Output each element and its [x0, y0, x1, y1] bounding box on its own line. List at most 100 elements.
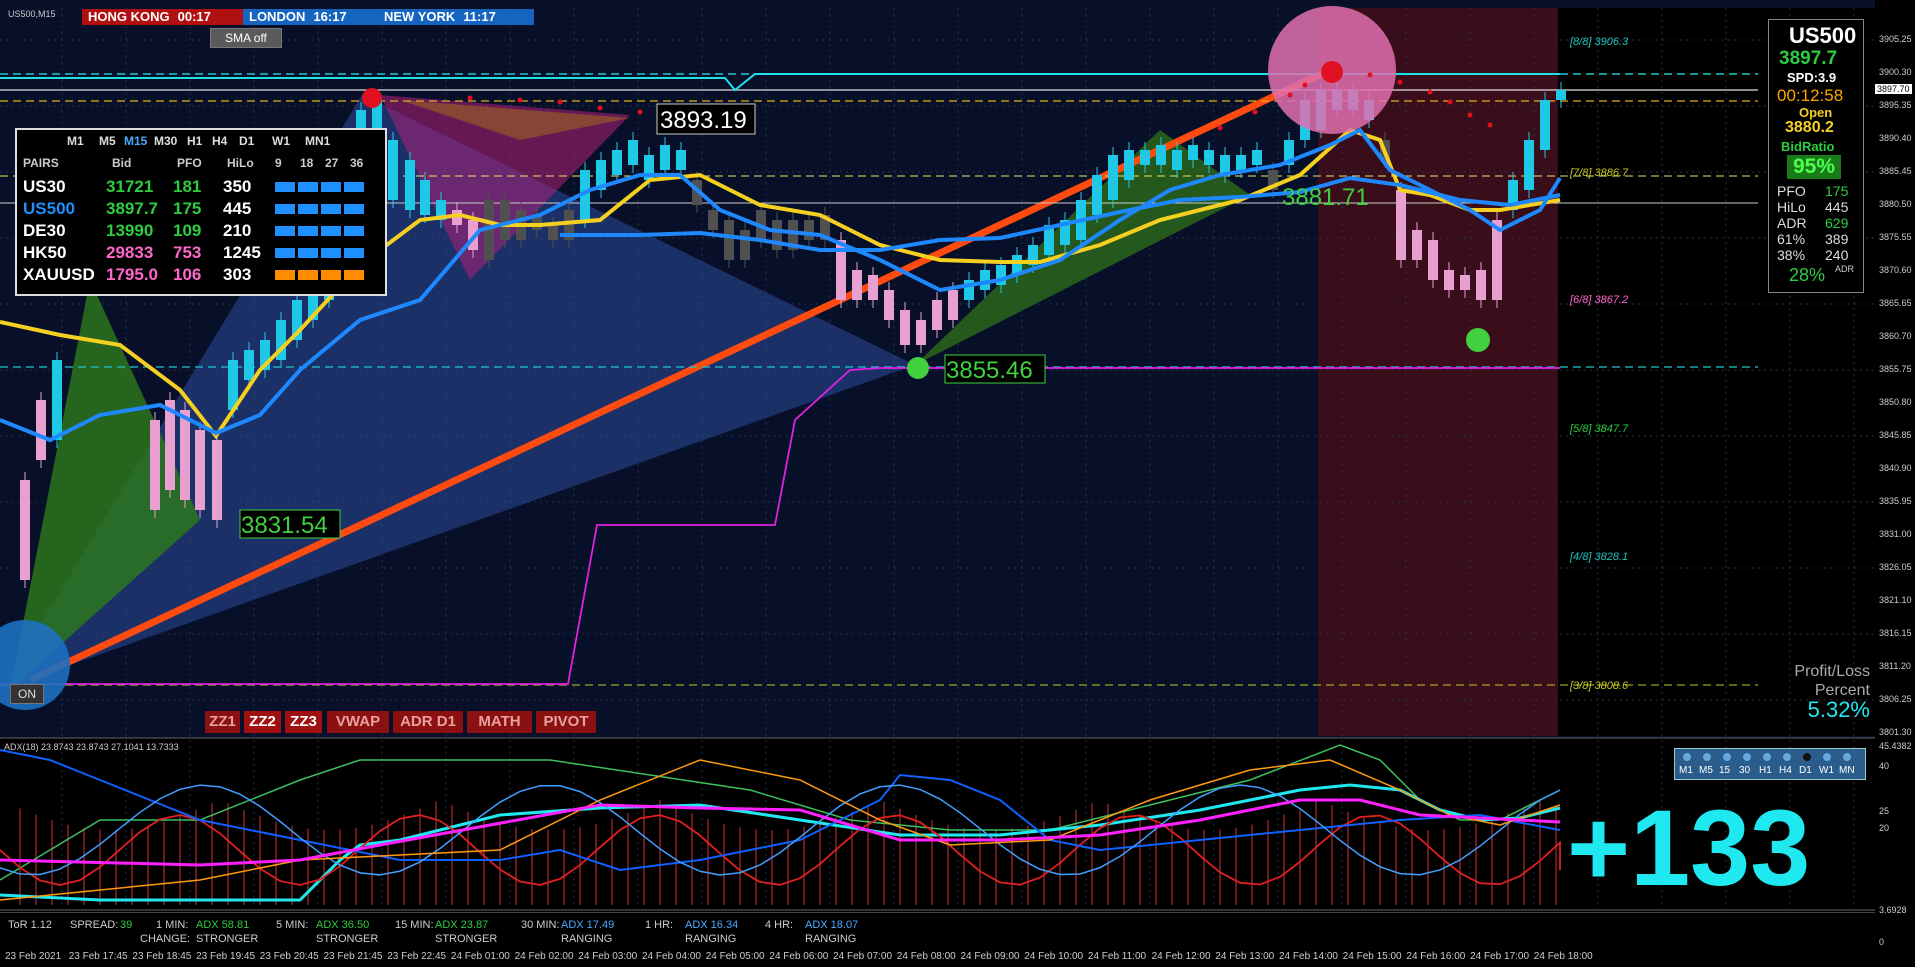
pair-hilo: 350: [223, 177, 252, 196]
tf-strip-m5[interactable]: M5: [1699, 765, 1713, 776]
tf-strip-15[interactable]: 15: [1719, 765, 1730, 776]
pair-pfo: 109: [173, 221, 202, 240]
tf-strip-30[interactable]: 30: [1739, 765, 1750, 776]
tf-header-d1: D1: [239, 134, 255, 148]
candle: [708, 210, 718, 230]
session-hong-kong: HONG KONG 00:17: [82, 9, 249, 25]
price-axis-label: 3895.35: [1879, 100, 1912, 110]
psar-dot: [597, 105, 603, 111]
price-label-top: 3893.19: [660, 107, 747, 134]
price-axis: 3905.25 3900.30 3895.35 3890.40 3885.45 3880.…: [1875, 0, 1915, 967]
tf-strip-mn[interactable]: MN: [1839, 765, 1855, 776]
indicator-button-pivot[interactable]: PIVOT: [536, 711, 596, 733]
psar-dot: [467, 95, 473, 101]
tf-strip-d1[interactable]: D1: [1799, 765, 1812, 776]
murrey-level-label: [5/8] 3847.7: [1569, 423, 1629, 435]
time-axis-label: 24 Feb 12:00: [1151, 951, 1211, 962]
status-change-label: CHANGE:: [140, 933, 191, 945]
time-axis-label: 23 Feb 22:45: [387, 951, 447, 962]
tf-strip-w1[interactable]: W1: [1819, 765, 1834, 776]
indicator-button-adr-d1[interactable]: ADR D1: [393, 711, 463, 733]
price-axis-label: 3890.40: [1879, 133, 1912, 143]
indicator-button-math[interactable]: MATH: [467, 711, 532, 733]
tf-dot: [1763, 753, 1771, 761]
pair-row-hk50[interactable]: HK50 29833 753 1245: [23, 243, 373, 265]
pair-row-de30[interactable]: DE30 13990 109 210: [23, 221, 373, 243]
tf-strip-h1[interactable]: H1: [1759, 765, 1772, 776]
timeframe-strip[interactable]: M1 M5 15 30 H1 H4 D1 W1 MN: [1674, 748, 1866, 780]
candle: [1492, 220, 1502, 300]
time-axis-label: 24 Feb 18:00: [1533, 951, 1593, 962]
time-axis-label: 23 Feb 17:45: [68, 951, 128, 962]
info-stat-value: 445: [1825, 199, 1849, 215]
candle: [1188, 145, 1198, 160]
time-axis-label: 23 Feb 2021: [5, 951, 62, 962]
info-symbol: US500: [1789, 23, 1857, 48]
candle: [1476, 270, 1486, 300]
price-axis-label: 3865.65: [1879, 298, 1912, 308]
indicator-button-vwap[interactable]: VWAP: [327, 711, 389, 733]
sma-toggle-button[interactable]: SMA off: [210, 28, 282, 48]
col-header: 9: [275, 156, 282, 170]
candle: [1124, 150, 1134, 180]
info-open-label: Open: [1799, 105, 1833, 120]
candle: [1252, 150, 1262, 165]
pair-row-us500[interactable]: US500 3897.7 175 445: [23, 199, 373, 221]
info-timer: 00:12:58: [1777, 86, 1844, 105]
pair-row-xauusd[interactable]: XAUUSD 1795.0 106 303: [23, 265, 373, 287]
status-tf-label: 1 HR:: [645, 919, 674, 931]
status-adx-value: ADX 18.07: [805, 919, 859, 931]
pair-name: DE30: [23, 221, 66, 240]
candle: [212, 440, 222, 520]
status-spread-label: SPREAD:: [70, 919, 119, 931]
candle: [1204, 150, 1214, 165]
session-time: 00:17: [177, 9, 211, 24]
status-adx-state: STRONGER: [316, 933, 379, 945]
tf-dot: [1843, 753, 1851, 761]
candle: [388, 140, 398, 200]
indicator-button-zz3[interactable]: ZZ3: [285, 711, 322, 733]
col-header: 18: [300, 156, 314, 170]
symbol-info-panel: US500 3897.7 SPD:3.9 00:12:58 Open 3880.…: [1768, 19, 1864, 293]
pair-bid: 13990: [106, 221, 154, 240]
tf-strip-m1[interactable]: M1: [1679, 765, 1693, 776]
pair-pfo: 753: [173, 243, 202, 262]
adx-axis-label: 45.4382: [1879, 741, 1912, 751]
price-axis-label: 3811.20: [1879, 661, 1911, 671]
pair-hilo: 445: [223, 199, 252, 218]
status-adx-state: RANGING: [685, 933, 737, 945]
candle: [1444, 270, 1454, 290]
session-london: LONDON 16:17: [243, 9, 385, 25]
candle: [900, 310, 910, 345]
col-header: PFO: [177, 156, 202, 170]
tf-header-m30: M30: [154, 134, 178, 148]
pair-strength-bars: [275, 199, 367, 219]
pair-hilo: 303: [223, 265, 252, 284]
candle: [20, 480, 30, 580]
tf-strip-h4[interactable]: H4: [1779, 765, 1792, 776]
psar-dot: [1397, 79, 1403, 85]
tf-header-h4: H4: [212, 134, 228, 148]
tf-dot: [1703, 753, 1711, 761]
adx-axis-label: 0: [1879, 937, 1885, 947]
session-time: 16:17: [313, 9, 347, 24]
indicator-button-zz1[interactable]: ZZ1: [205, 711, 240, 733]
status-adx-value: ADX 23.87: [435, 919, 489, 931]
info-stat-label: 61%: [1777, 231, 1806, 247]
info-stat-value: 175: [1825, 183, 1849, 199]
candle: [916, 320, 926, 345]
info-stat-label: 38%: [1777, 247, 1806, 263]
pair-strength-bars: [275, 265, 367, 285]
on-button[interactable]: ON: [10, 684, 44, 704]
time-axis-label: 24 Feb 17:00: [1470, 951, 1530, 962]
pair-strength-bars: [275, 221, 367, 241]
status-bar: ToR 1.12 SPREAD: 39 CHANGE: 1 MIN: ADX 58…: [0, 912, 1875, 949]
psar-dot: [1287, 92, 1293, 98]
info-stat-value: 389: [1825, 231, 1849, 247]
indicator-button-zz2[interactable]: ZZ2: [244, 711, 281, 733]
pair-pfo: 106: [173, 265, 202, 284]
time-axis-label: 24 Feb 04:00: [642, 951, 701, 962]
pair-row-us30[interactable]: US30 31721 181 350: [23, 177, 373, 199]
psar-dot: [1252, 109, 1258, 115]
candle: [804, 220, 814, 240]
